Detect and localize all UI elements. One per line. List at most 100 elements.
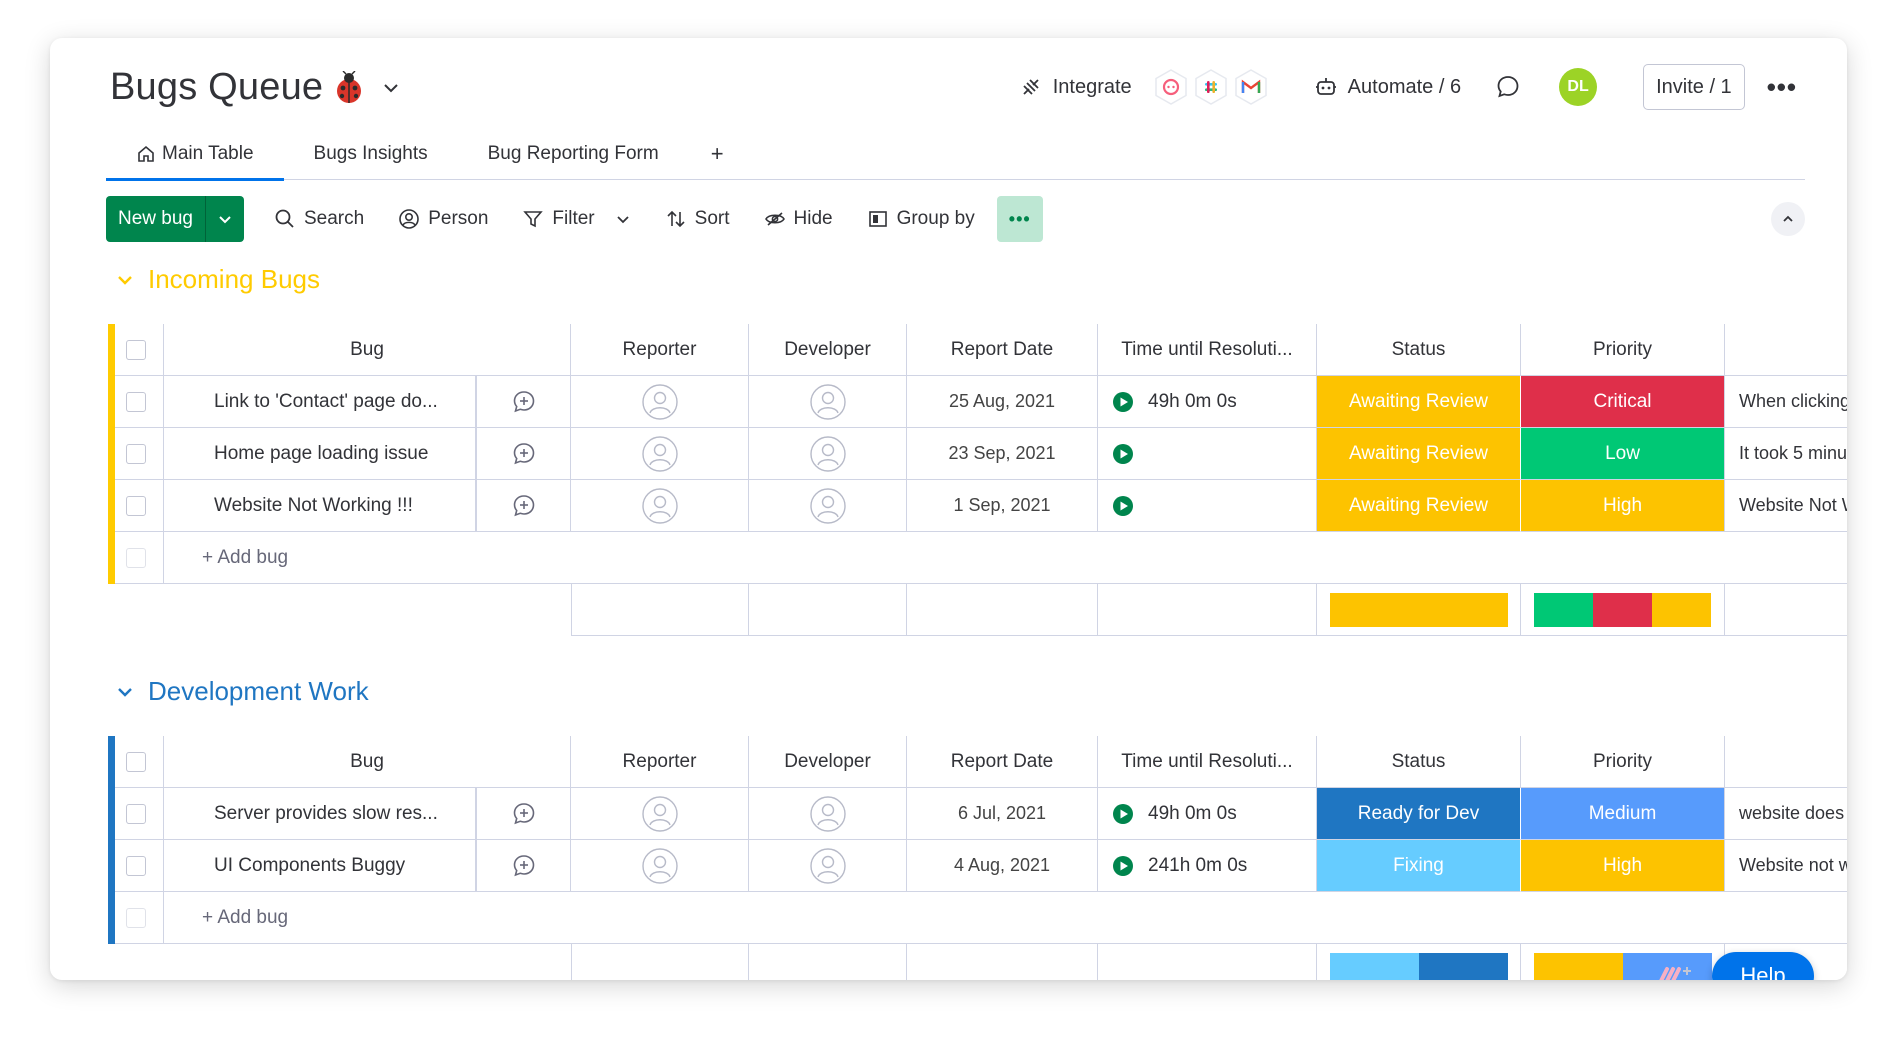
time-tracking-cell[interactable]: 241h 0m 0s — [1098, 840, 1317, 892]
column-header-status[interactable]: Status — [1317, 324, 1521, 376]
new-bug-label[interactable]: New bug — [106, 196, 206, 242]
row-checkbox[interactable] — [125, 855, 146, 876]
bug-name[interactable]: Website Not Working !!! — [164, 480, 476, 532]
column-header-developer[interactable]: Developer — [749, 324, 907, 376]
column-header-time[interactable]: Time until Resoluti... — [1098, 324, 1317, 376]
row-checkbox[interactable] — [125, 803, 146, 824]
add-bug-input[interactable]: + Add bug — [164, 892, 1847, 944]
report-date[interactable]: 6 Jul, 2021 — [907, 788, 1098, 840]
status-label[interactable]: Awaiting Review — [1317, 428, 1521, 480]
priority-label[interactable]: High — [1521, 840, 1725, 892]
status-label[interactable]: Ready for Dev — [1317, 788, 1521, 840]
updates-cell[interactable] — [476, 840, 571, 892]
integrate-button[interactable]: Integrate — [1019, 68, 1270, 106]
row-checkbox[interactable] — [125, 495, 146, 516]
row-checkbox-cell[interactable] — [108, 840, 164, 892]
column-header-date[interactable]: Report Date — [907, 736, 1098, 788]
bug-description[interactable]: Website not w — [1725, 840, 1847, 892]
play-timer-icon[interactable] — [1112, 443, 1134, 465]
person-filter-button[interactable]: Person — [398, 208, 488, 230]
status-summary-bar[interactable] — [1329, 592, 1508, 627]
add-update-icon[interactable] — [511, 389, 537, 415]
bug-description[interactable]: Website Not W — [1725, 480, 1847, 532]
play-timer-icon[interactable] — [1112, 391, 1134, 413]
chat-bubble-icon[interactable] — [1495, 74, 1521, 100]
chevron-down-icon[interactable] — [381, 78, 401, 98]
bug-name[interactable]: UI Components Buggy — [164, 840, 476, 892]
bug-name[interactable]: Server provides slow res... — [164, 788, 476, 840]
time-tracking-cell[interactable] — [1098, 428, 1317, 480]
reporter-cell[interactable] — [571, 480, 749, 532]
row-checkbox-cell[interactable] — [108, 480, 164, 532]
group-title[interactable]: Incoming Bugs — [148, 264, 320, 295]
report-date[interactable]: 23 Sep, 2021 — [907, 428, 1098, 480]
filter-button[interactable]: Filter — [522, 208, 630, 230]
ai-assistant-icon[interactable] — [1657, 963, 1697, 980]
table-row[interactable]: Link to 'Contact' page do... 25 Aug, 2021… — [108, 376, 1847, 428]
developer-cell[interactable] — [749, 428, 907, 480]
row-checkbox[interactable] — [125, 391, 146, 412]
reporter-cell[interactable] — [571, 788, 749, 840]
invite-button[interactable]: Invite / 1 — [1643, 64, 1745, 110]
add-update-icon[interactable] — [511, 853, 537, 879]
status-summary-bar[interactable] — [1329, 952, 1508, 980]
priority-label[interactable]: Low — [1521, 428, 1725, 480]
column-header-reporter[interactable]: Reporter — [571, 736, 749, 788]
reporter-cell[interactable] — [571, 840, 749, 892]
search-button[interactable]: Search — [274, 208, 364, 230]
sort-button[interactable]: Sort — [665, 208, 730, 230]
more-options-icon[interactable]: ••• — [1767, 72, 1797, 103]
updates-cell[interactable] — [476, 788, 571, 840]
updates-cell[interactable] — [476, 480, 571, 532]
priority-summary-bar[interactable] — [1533, 592, 1712, 627]
table-row[interactable]: Server provides slow res... 6 Jul, 2021 49… — [108, 788, 1847, 840]
table-row[interactable]: UI Components Buggy 4 Aug, 2021 241h 0m 0s… — [108, 840, 1847, 892]
select-all-checkbox[interactable] — [125, 339, 146, 360]
priority-label[interactable]: High — [1521, 480, 1725, 532]
priority-label[interactable]: Critical — [1521, 376, 1725, 428]
time-tracking-cell[interactable] — [1098, 480, 1317, 532]
table-row[interactable]: Home page loading issue 23 Sep, 2021 Await… — [108, 428, 1847, 480]
row-checkbox[interactable] — [125, 443, 146, 464]
column-header-priority[interactable]: Priority — [1521, 324, 1725, 376]
time-tracking-cell[interactable]: 49h 0m 0s — [1098, 376, 1317, 428]
new-item-button[interactable]: New bug — [106, 196, 244, 242]
table-row[interactable]: Website Not Working !!! 1 Sep, 2021 Awaiti… — [108, 480, 1847, 532]
column-header-priority[interactable]: Priority — [1521, 736, 1725, 788]
help-button[interactable]: Help — [1712, 952, 1814, 980]
column-header-status[interactable]: Status — [1317, 736, 1521, 788]
row-checkbox-cell[interactable] — [108, 376, 164, 428]
play-timer-icon[interactable] — [1112, 495, 1134, 517]
group-header-incoming-bugs[interactable]: Incoming Bugs — [116, 264, 320, 295]
add-update-icon[interactable] — [511, 801, 537, 827]
play-timer-icon[interactable] — [1112, 855, 1134, 877]
status-label[interactable]: Awaiting Review — [1317, 376, 1521, 428]
row-checkbox-cell[interactable] — [108, 428, 164, 480]
time-tracking-cell[interactable]: 49h 0m 0s — [1098, 788, 1317, 840]
add-bug-input[interactable]: + Add bug — [164, 532, 1847, 584]
column-header-desc[interactable]: Bu — [1725, 736, 1847, 788]
bug-name[interactable]: Link to 'Contact' page do... — [164, 376, 476, 428]
bug-description[interactable]: website does — [1725, 788, 1847, 840]
chevron-down-icon[interactable] — [116, 271, 134, 289]
tab-bug-reporting-form[interactable]: Bug Reporting Form — [458, 128, 689, 180]
report-date[interactable]: 25 Aug, 2021 — [907, 376, 1098, 428]
developer-cell[interactable] — [749, 376, 907, 428]
reporter-cell[interactable] — [571, 428, 749, 480]
column-header-bug[interactable]: Bug — [164, 324, 571, 376]
add-view-button[interactable]: + — [689, 141, 746, 167]
developer-cell[interactable] — [749, 840, 907, 892]
hide-button[interactable]: Hide — [764, 208, 833, 230]
column-header-developer[interactable]: Developer — [749, 736, 907, 788]
column-header-date[interactable]: Report Date — [907, 324, 1098, 376]
status-label[interactable]: Awaiting Review — [1317, 480, 1521, 532]
new-item-dropdown[interactable] — [206, 196, 244, 242]
user-avatar[interactable]: DL — [1559, 68, 1598, 106]
board-title-text[interactable]: Bugs Queue — [110, 66, 323, 109]
add-update-icon[interactable] — [511, 441, 537, 467]
add-item-row[interactable]: + Add bug — [108, 892, 1847, 944]
tab-bugs-insights[interactable]: Bugs Insights — [284, 128, 458, 180]
play-timer-icon[interactable] — [1112, 803, 1134, 825]
automate-button[interactable]: Automate / 6 — [1314, 75, 1461, 99]
select-all-checkbox[interactable] — [125, 751, 146, 772]
